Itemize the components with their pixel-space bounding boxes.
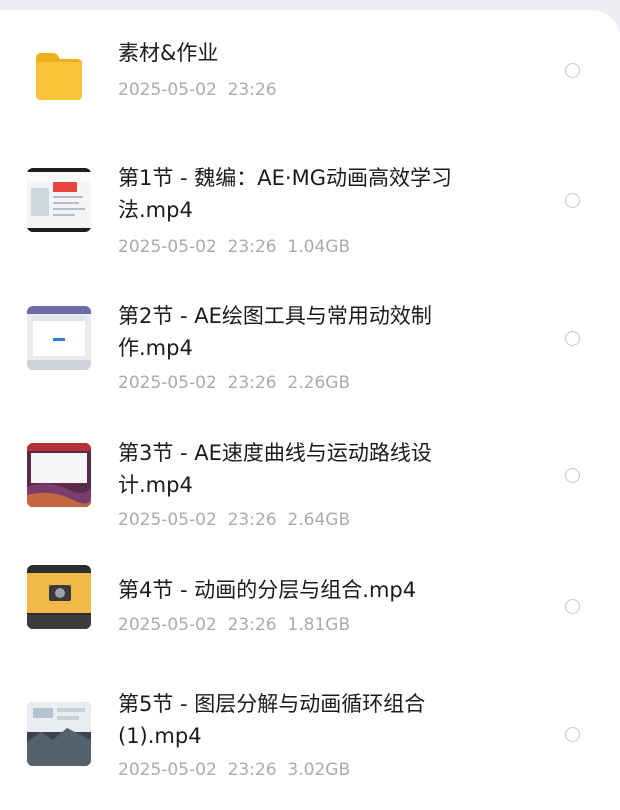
video-thumbnail bbox=[27, 702, 91, 766]
video-thumbnail bbox=[27, 168, 91, 232]
file-list-panel: 素材&作业 2025-05-02 23:26 第1节 - 魏编：AE·MG动画高… bbox=[0, 10, 620, 810]
file-name: 第4节 - 动画的分层与组合.mp4 bbox=[118, 578, 417, 602]
video-thumbnail bbox=[27, 565, 91, 629]
file-time: 23:26 bbox=[227, 237, 277, 257]
file-name: 第5节 - 图层分解与动画循环组合 (1).mp4 bbox=[118, 692, 426, 748]
file-date: 2025-05-02 bbox=[118, 237, 217, 257]
file-meta: 2025-05-02 23:26 bbox=[118, 78, 277, 102]
file-meta: 2025-05-02 23:26 3.02GB bbox=[118, 758, 350, 782]
video-thumbnail bbox=[27, 306, 91, 370]
file-meta: 2025-05-02 23:26 2.64GB bbox=[118, 508, 350, 532]
select-radio[interactable] bbox=[565, 63, 580, 78]
select-radio[interactable] bbox=[565, 331, 580, 346]
file-meta: 2025-05-02 23:26 1.81GB bbox=[118, 613, 350, 637]
file-date: 2025-05-02 bbox=[118, 373, 217, 393]
video-thumbnail bbox=[27, 443, 91, 507]
file-size: 2.26GB bbox=[287, 373, 351, 393]
select-radio[interactable] bbox=[565, 468, 580, 483]
select-radio[interactable] bbox=[565, 599, 580, 614]
folder-icon bbox=[36, 53, 82, 100]
list-item-file[interactable]: 第4节 - 动画的分层与组合.mp4 2025-05-02 23:26 1.81… bbox=[0, 544, 620, 662]
file-meta: 2025-05-02 23:26 1.04GB bbox=[118, 235, 350, 259]
file-size: 2.64GB bbox=[287, 510, 351, 530]
file-time: 23:26 bbox=[227, 373, 277, 393]
file-time: 23:26 bbox=[227, 615, 277, 635]
file-date: 2025-05-02 bbox=[118, 760, 217, 780]
file-time: 23:26 bbox=[227, 80, 277, 100]
list-item-file[interactable]: 第2节 - AE绘图工具与常用动效制 作.mp4 2025-05-02 23:2… bbox=[0, 270, 620, 407]
file-size: 1.04GB bbox=[287, 237, 351, 257]
file-meta: 2025-05-02 23:26 2.26GB bbox=[118, 371, 350, 395]
file-time: 23:26 bbox=[227, 760, 277, 780]
list-item-folder[interactable]: 素材&作业 2025-05-02 23:26 bbox=[0, 10, 620, 130]
file-date: 2025-05-02 bbox=[118, 510, 217, 530]
select-radio[interactable] bbox=[565, 727, 580, 742]
file-size: 3.02GB bbox=[287, 760, 351, 780]
file-time: 23:26 bbox=[227, 510, 277, 530]
file-date: 2025-05-02 bbox=[118, 80, 217, 100]
file-name: 素材&作业 bbox=[118, 41, 219, 65]
file-date: 2025-05-02 bbox=[118, 615, 217, 635]
file-size: 1.81GB bbox=[287, 615, 351, 635]
list-item-file[interactable]: 第5节 - 图层分解与动画循环组合 (1).mp4 2025-05-02 23:… bbox=[0, 662, 620, 800]
select-radio[interactable] bbox=[565, 193, 580, 208]
file-name: 第3节 - AE速度曲线与运动路线设 计.mp4 bbox=[118, 441, 432, 497]
file-name: 第2节 - AE绘图工具与常用动效制 作.mp4 bbox=[118, 304, 432, 360]
list-item-file[interactable]: 第1节 - 魏编：AE·MG动画高效学习 法.mp4 2025-05-02 23… bbox=[0, 130, 620, 270]
list-item-file[interactable]: 第3节 - AE速度曲线与运动路线设 计.mp4 2025-05-02 23:2… bbox=[0, 407, 620, 544]
file-name: 第1节 - 魏编：AE·MG动画高效学习 法.mp4 bbox=[118, 166, 452, 222]
